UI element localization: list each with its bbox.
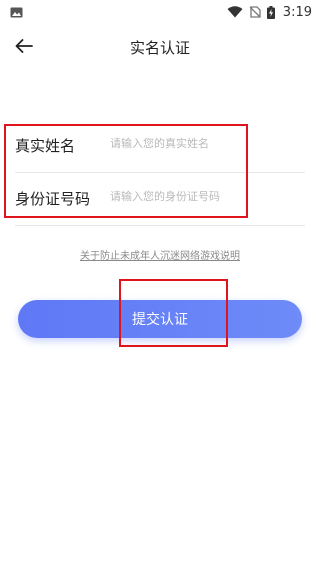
image-icon — [10, 7, 23, 18]
page-title: 实名认证 — [129, 39, 190, 57]
status-left — [10, 7, 23, 18]
minor-protection-notice-link[interactable]: 关于防止未成年人沉迷网络游戏说明 — [80, 251, 240, 262]
screen: 3:19 实名认证 真实姓名 身份证号码 关于防止未成年人沉迷网络游戏说明 提交… — [0, 0, 320, 568]
notice-link-container: 关于防止未成年人沉迷网络游戏说明 — [0, 244, 320, 263]
no-sim-icon — [249, 6, 261, 18]
battery-charging-icon — [266, 5, 275, 19]
wifi-icon — [227, 6, 243, 18]
annotation-box-form — [4, 124, 248, 218]
status-time: 3:19 — [282, 4, 312, 20]
header: 实名认证 — [0, 24, 320, 70]
status-right: 3:19 — [227, 5, 312, 20]
annotation-box-submit — [119, 279, 228, 347]
status-bar: 3:19 — [0, 0, 320, 24]
